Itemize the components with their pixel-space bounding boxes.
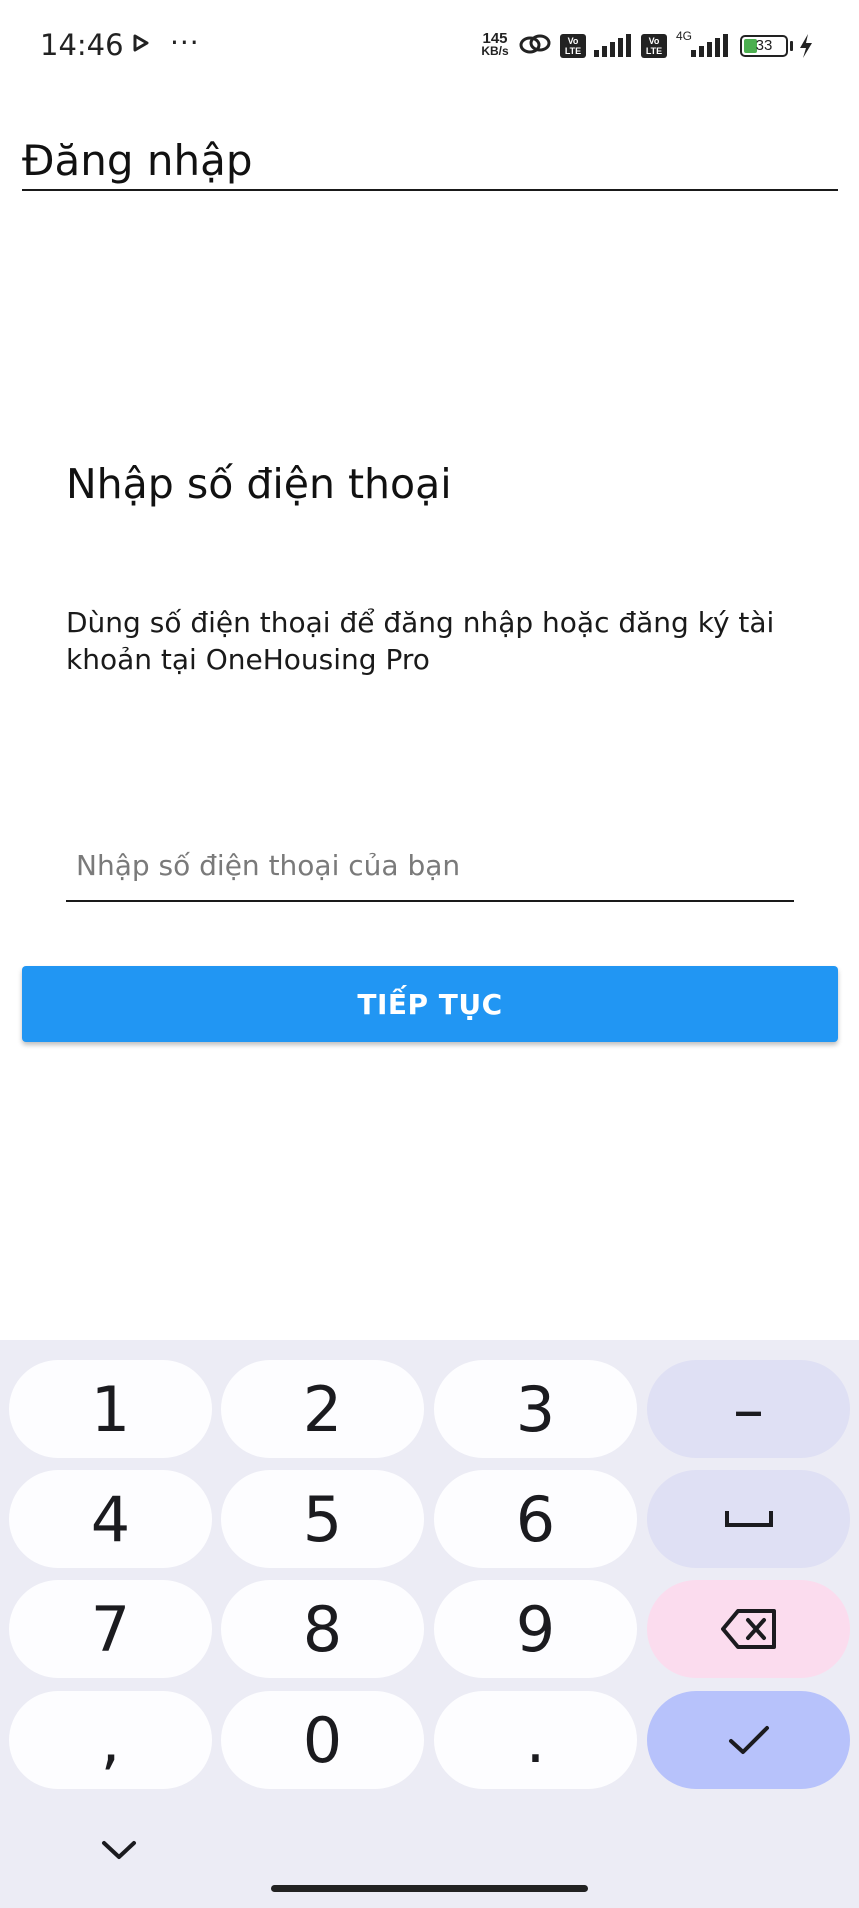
key-dash[interactable]: – [647,1360,850,1458]
key-comma[interactable]: , [9,1691,212,1789]
link-icon [519,34,551,54]
key-0[interactable]: 0 [221,1691,424,1789]
key-7[interactable]: 7 [9,1580,212,1678]
volte-icon: Vo LTE [641,34,667,58]
battery-cap [790,41,793,51]
battery-icon: 33 [740,35,788,57]
volte-icon: Vo LTE [560,34,586,58]
continue-button[interactable]: TIẾP TỤC [22,966,838,1042]
status-bar: 14:46 ··· 145 KB/s Vo LTE Vo LTE 4G 33 [0,0,859,92]
battery-level: 33 [755,37,773,54]
key-5[interactable]: 5 [221,1470,424,1568]
backspace-icon [720,1609,776,1649]
page-title: Đăng nhập [22,136,253,185]
play-icon [133,34,149,52]
key-6[interactable]: 6 [434,1470,637,1568]
home-indicator[interactable] [271,1885,588,1892]
phone-heading: Nhập số điện thoại [66,460,452,508]
network-speed-unit: KB/s [481,44,509,58]
key-space[interactable] [647,1470,850,1568]
key-8[interactable]: 8 [221,1580,424,1678]
key-period[interactable]: . [434,1691,637,1789]
phone-number-input[interactable] [66,830,794,902]
more-notifications-indicator: ··· [170,26,200,59]
key-3[interactable]: 3 [434,1360,637,1458]
status-time: 14:46 [40,28,124,62]
charging-bolt-icon [800,34,812,58]
key-done[interactable] [647,1691,850,1789]
key-4[interactable]: 4 [9,1470,212,1568]
key-2[interactable]: 2 [221,1360,424,1458]
chevron-down-icon[interactable] [100,1838,138,1862]
numeric-keyboard: 1 2 3 – 4 5 6 7 8 9 , 0 . [0,1340,859,1908]
phone-description: Dùng số điện thoại để đăng nhập hoặc đăn… [66,606,775,676]
signal-icon [691,34,728,57]
key-backspace[interactable] [647,1580,850,1678]
network-speed: 145 KB/s [478,31,512,58]
space-icon [724,1511,773,1527]
key-1[interactable]: 1 [9,1360,212,1458]
key-9[interactable]: 9 [434,1580,637,1678]
title-divider [22,189,838,191]
signal-icon [594,34,631,57]
checkmark-icon [728,1726,769,1754]
